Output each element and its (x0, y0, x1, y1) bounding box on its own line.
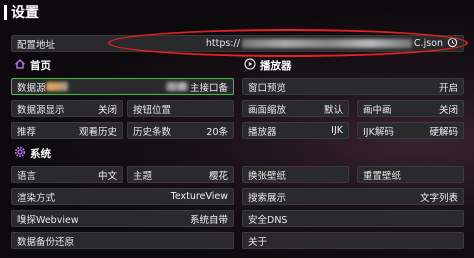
pip-value: 关闭 (438, 104, 458, 116)
gear-icon (14, 146, 26, 161)
recommend-label: 推荐 (17, 126, 37, 138)
language-row[interactable]: 语言 中文 (11, 166, 123, 183)
datasource-display-label: 数据源显示 (17, 104, 65, 116)
button-position-label: 按钮位置 (133, 104, 172, 116)
history-count-label: 历史条数 (133, 126, 172, 138)
ijk-decode-label: IJK解码 (363, 126, 394, 138)
datasource-label: 数据源 (17, 82, 46, 94)
history-icon[interactable] (447, 37, 458, 51)
about-row[interactable]: 关于 (242, 232, 464, 249)
datasource-display-row[interactable]: 数据源显示 关闭 (11, 100, 123, 117)
system-section-title: 系统 (30, 148, 51, 160)
change-wallpaper-row[interactable]: 换张壁纸 (242, 166, 349, 183)
about-label: 关于 (248, 236, 268, 248)
datasource-display-value: 关闭 (97, 104, 117, 116)
language-value: 中文 (97, 170, 117, 182)
scale-row[interactable]: 画面缩放 默认 (242, 100, 349, 117)
datasource-value: 主接口备 (189, 82, 228, 94)
render-mode-value: TextureView (170, 191, 228, 202)
recommend-row[interactable]: 推荐 观看历史 (11, 122, 123, 139)
player-row[interactable]: 播放器 IJK (242, 122, 349, 139)
config-url-suffix: C.json (413, 38, 443, 49)
language-label: 语言 (17, 170, 37, 182)
home-section-header: 首页 (14, 58, 51, 73)
theme-label: 主题 (133, 170, 153, 182)
render-mode-row[interactable]: 渲染方式 TextureView (11, 188, 234, 205)
reset-wallpaper-label: 重置壁纸 (363, 170, 402, 182)
backup-restore-label: 数据备份还原 (17, 236, 75, 248)
sniff-webview-row[interactable]: 嗅探Webview 系统自带 (11, 210, 234, 227)
reset-wallpaper-row[interactable]: 重置壁纸 (357, 166, 464, 183)
search-display-label: 搜索展示 (248, 192, 287, 204)
search-display-value: 文字列表 (419, 192, 458, 204)
scale-value: 默认 (323, 104, 343, 116)
home-section-title: 首页 (30, 60, 51, 72)
window-preview-label: 窗口预览 (248, 82, 287, 94)
window-preview-row[interactable]: 窗口预览 开启 (242, 78, 464, 95)
datasource-row[interactable]: 数据源 主接口备 (11, 78, 234, 95)
button-position-row[interactable]: 按钮位置 (127, 100, 234, 117)
config-address-label: 配置地址 (17, 39, 56, 51)
player-section-title: 播放器 (260, 60, 292, 72)
window-preview-value: 开启 (438, 82, 458, 94)
player-label: 播放器 (248, 126, 277, 138)
page-title: 设置 (11, 5, 39, 21)
ijk-decode-row[interactable]: IJK解码 硬解码 (357, 122, 464, 139)
config-address-row[interactable]: 配置地址 https:// C.json (11, 35, 464, 52)
player-section-header: 播放器 (244, 58, 292, 73)
history-count-row[interactable]: 历史条数 20条 (127, 122, 234, 139)
ijk-decode-value: 硬解码 (429, 126, 458, 138)
datasource-blurred (45, 82, 68, 91)
page-header: 设置 (4, 2, 39, 22)
play-icon (244, 58, 256, 73)
config-url-prefix: https:// (205, 38, 240, 49)
sniff-webview-value: 系统自带 (189, 214, 228, 226)
backup-restore-row[interactable]: 数据备份还原 (11, 232, 234, 249)
theme-value: 樱花 (208, 170, 228, 182)
datasource-value-blurred (165, 82, 188, 91)
home-icon (14, 58, 26, 73)
secure-dns-label: 安全DNS (248, 214, 288, 226)
pip-label: 画中画 (363, 104, 392, 116)
scale-label: 画面缩放 (248, 104, 287, 116)
config-url-blurred (241, 39, 412, 48)
secure-dns-row[interactable]: 安全DNS (242, 210, 464, 227)
theme-row[interactable]: 主题 樱花 (127, 166, 234, 183)
recommend-value: 观看历史 (78, 126, 117, 138)
header-bar-mark (4, 4, 7, 20)
sniff-webview-label: 嗅探Webview (17, 214, 79, 226)
search-display-row[interactable]: 搜索展示 文字列表 (242, 188, 464, 205)
render-mode-label: 渲染方式 (17, 192, 56, 204)
history-count-value: 20条 (206, 126, 228, 138)
pip-row[interactable]: 画中画 关闭 (357, 100, 464, 117)
change-wallpaper-label: 换张壁纸 (248, 170, 287, 182)
player-value: IJK (331, 125, 343, 136)
system-section-header: 系统 (14, 146, 51, 161)
